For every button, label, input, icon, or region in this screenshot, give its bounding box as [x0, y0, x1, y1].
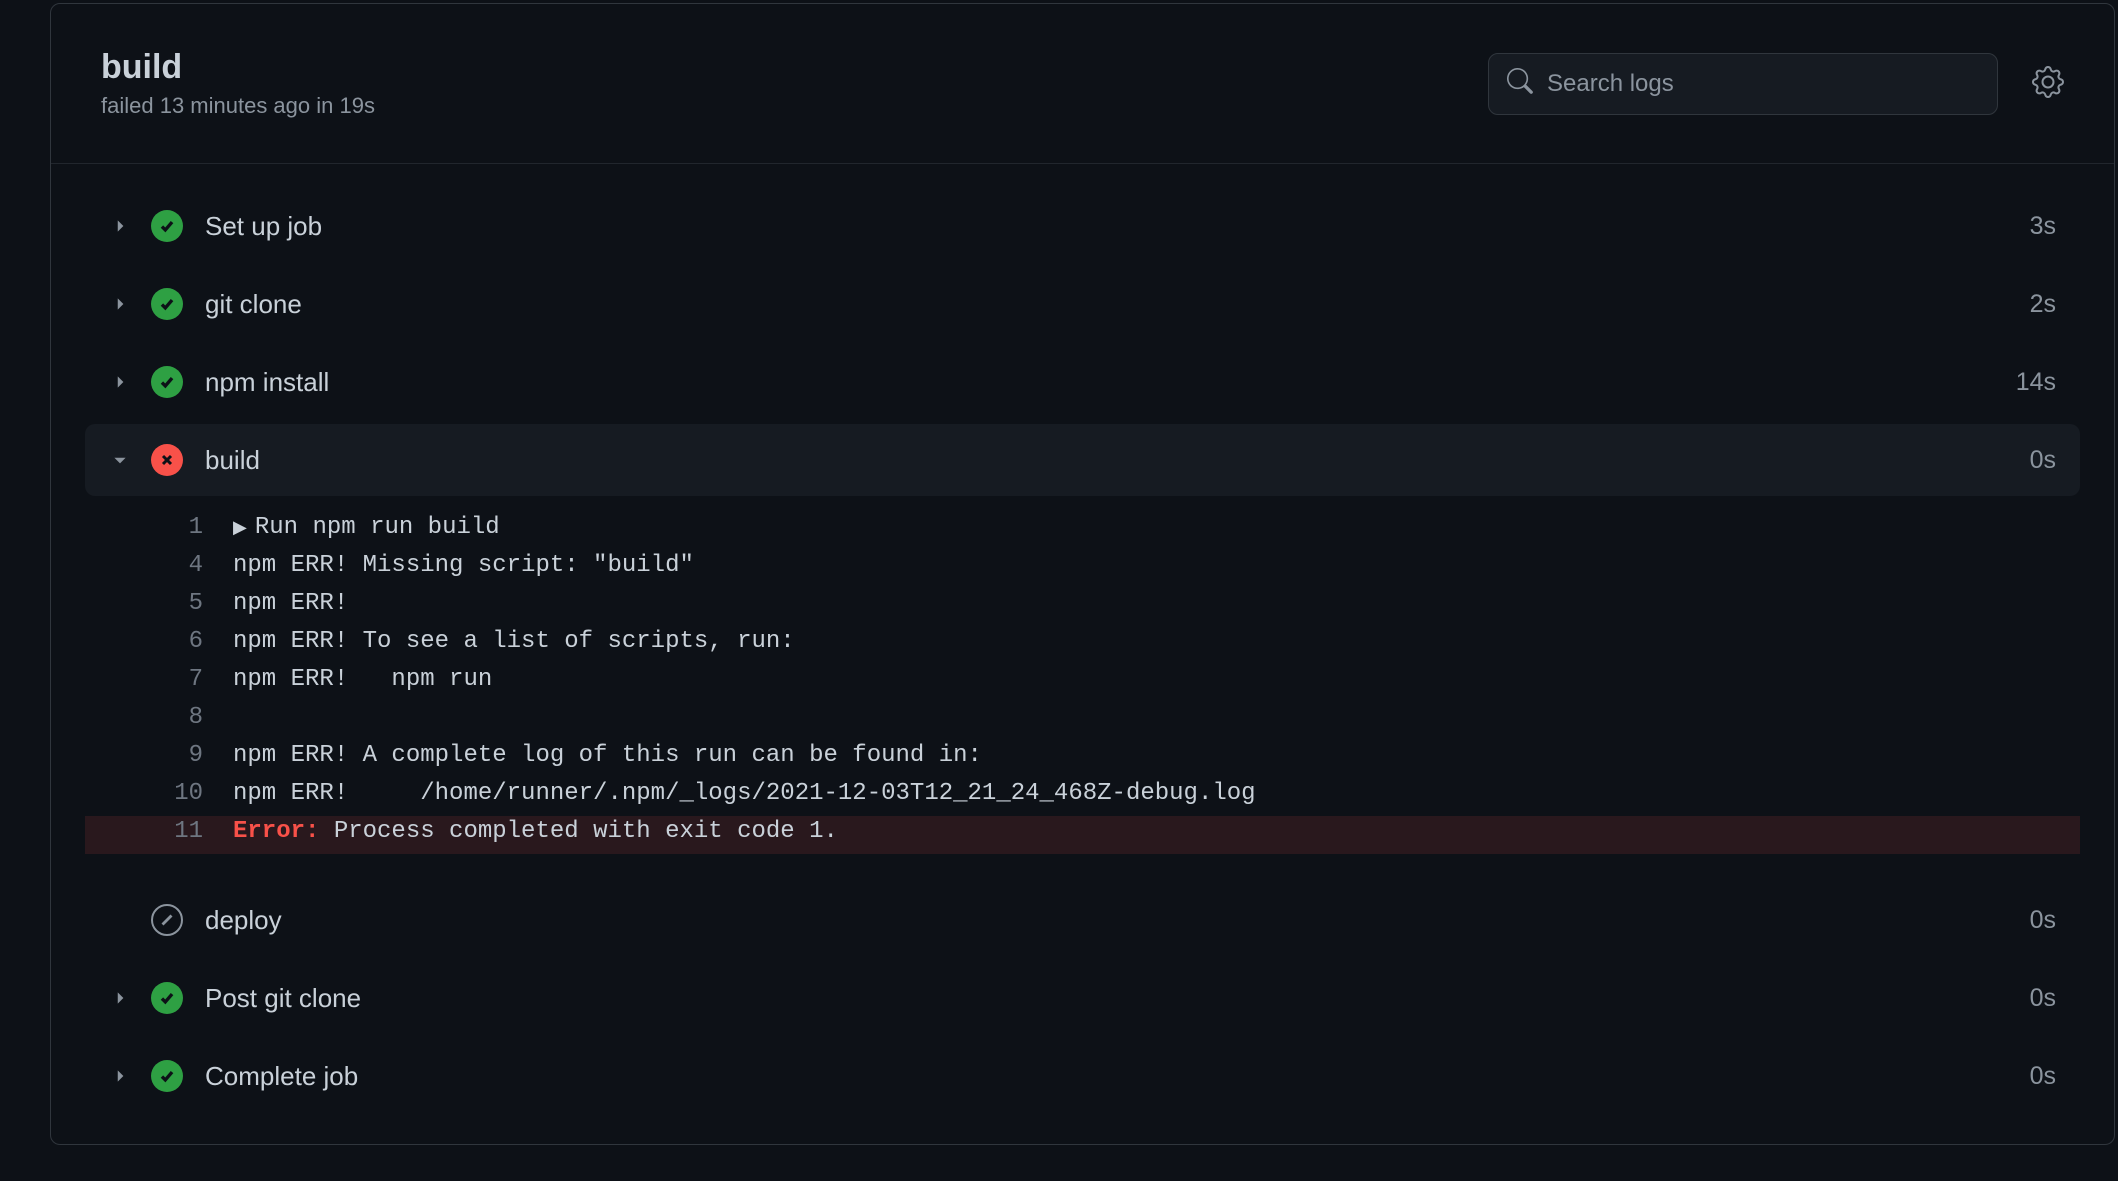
line-text: ▶Run npm run build [213, 514, 2050, 541]
line-text: npm ERR! /home/runner/.npm/_logs/2021-12… [213, 780, 2050, 807]
step-name: Set up job [205, 211, 2030, 242]
search-box[interactable] [1488, 53, 1998, 115]
step-duration: 2s [2030, 290, 2056, 319]
log-line[interactable]: 10npm ERR! /home/runner/.npm/_logs/2021-… [85, 778, 2080, 816]
step-duration: 0s [2030, 906, 2056, 935]
line-number: 7 [85, 666, 213, 693]
log-line[interactable]: 1▶Run npm run build [85, 512, 2080, 550]
step-row[interactable]: npm install14s [85, 346, 2080, 418]
gear-icon [2032, 66, 2064, 101]
step-row[interactable]: Complete job0s [85, 1040, 2080, 1112]
step-row[interactable]: git clone2s [85, 268, 2080, 340]
job-header: build failed 13 minutes ago in 19s [51, 4, 2114, 164]
log-line[interactable]: 6npm ERR! To see a list of scripts, run: [85, 626, 2080, 664]
job-subtitle: failed 13 minutes ago in 19s [101, 93, 375, 119]
search-icon [1507, 68, 1533, 99]
line-text: npm ERR! Missing script: "build" [213, 552, 2050, 579]
step-name: build [205, 445, 2030, 476]
job-panel: build failed 13 minutes ago in 19s Set u… [50, 3, 2115, 1145]
log-line[interactable]: 4npm ERR! Missing script: "build" [85, 550, 2080, 588]
step-row[interactable]: build0s [85, 424, 2080, 496]
step-name: Post git clone [205, 983, 2030, 1014]
line-text: npm ERR! npm run [213, 666, 2050, 693]
step-duration: 14s [2016, 368, 2056, 397]
log-line[interactable]: 8 [85, 702, 2080, 740]
check-icon [151, 210, 183, 242]
step-row[interactable]: deploy0s [85, 884, 2080, 956]
step-name: npm install [205, 367, 2016, 398]
step-duration: 0s [2030, 984, 2056, 1013]
line-text: Error: Process completed with exit code … [213, 818, 2050, 845]
chevron-right-icon [105, 373, 135, 391]
chevron-down-icon [105, 451, 135, 469]
line-text: npm ERR! [213, 590, 2050, 617]
log-output: 1▶Run npm run build4npm ERR! Missing scr… [85, 496, 2080, 878]
step-row[interactable]: Post git clone0s [85, 962, 2080, 1034]
step-name: git clone [205, 289, 2030, 320]
chevron-right-icon [105, 217, 135, 235]
step-duration: 0s [2030, 1062, 2056, 1091]
settings-button[interactable] [2026, 60, 2070, 107]
x-icon [151, 444, 183, 476]
check-icon [151, 982, 183, 1014]
check-icon [151, 1060, 183, 1092]
log-line[interactable]: 7npm ERR! npm run [85, 664, 2080, 702]
line-number: 4 [85, 552, 213, 579]
skip-icon [151, 904, 183, 936]
chevron-right-icon [105, 295, 135, 313]
log-line[interactable]: 11Error: Process completed with exit cod… [85, 816, 2080, 854]
job-title: build [101, 48, 375, 87]
chevron-right-icon [105, 989, 135, 1007]
check-icon [151, 288, 183, 320]
check-icon [151, 366, 183, 398]
steps-list: Set up job3sgit clone2snpm install14sbui… [51, 164, 2114, 1144]
line-text: npm ERR! A complete log of this run can … [213, 742, 2050, 769]
step-name: Complete job [205, 1061, 2030, 1092]
search-input[interactable] [1547, 70, 1979, 98]
chevron-right-icon [105, 1067, 135, 1085]
line-number: 5 [85, 590, 213, 617]
log-line[interactable]: 9npm ERR! A complete log of this run can… [85, 740, 2080, 778]
line-number: 6 [85, 628, 213, 655]
step-name: deploy [205, 905, 2030, 936]
step-duration: 3s [2030, 212, 2056, 241]
line-number: 1 [85, 514, 213, 541]
line-number: 8 [85, 704, 213, 731]
line-number: 10 [85, 780, 213, 807]
line-number: 9 [85, 742, 213, 769]
log-line[interactable]: 5npm ERR! [85, 588, 2080, 626]
line-text: npm ERR! To see a list of scripts, run: [213, 628, 2050, 655]
step-duration: 0s [2030, 446, 2056, 475]
disclosure-triangle-icon[interactable]: ▶ [233, 517, 247, 539]
step-row[interactable]: Set up job3s [85, 190, 2080, 262]
line-number: 11 [85, 818, 213, 845]
